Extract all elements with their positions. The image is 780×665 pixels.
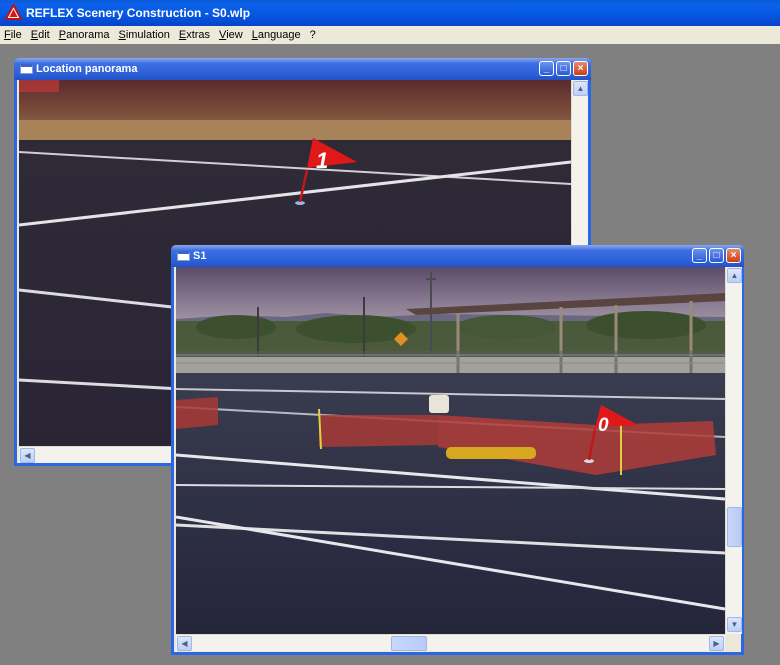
- scenery-image: 0: [176, 267, 725, 634]
- resize-grip-icon[interactable]: [725, 634, 740, 649]
- s1-vertical-scrollbar[interactable]: ▲ ▼: [725, 267, 742, 634]
- scroll-left-arrow-icon[interactable]: ◀: [20, 448, 35, 463]
- location-panorama-titlebar[interactable]: Location panorama _ □ ×: [14, 58, 591, 80]
- maximize-button[interactable]: □: [556, 61, 571, 76]
- scroll-left-arrow-icon[interactable]: ◀: [177, 636, 192, 651]
- flag-label-1: 1: [316, 148, 328, 173]
- horizontal-scroll-thumb[interactable]: [391, 636, 427, 651]
- minimize-button[interactable]: _: [539, 61, 554, 76]
- minimize-button[interactable]: _: [692, 248, 707, 263]
- menu-panorama[interactable]: Panorama: [59, 29, 110, 41]
- window-icon: [177, 251, 190, 261]
- scroll-up-arrow-icon[interactable]: ▲: [727, 268, 742, 283]
- menu-view[interactable]: View: [219, 29, 243, 41]
- vertical-scroll-thumb[interactable]: [727, 507, 742, 547]
- menu-bar: File Edit Panorama Simulation Extras Vie…: [0, 26, 780, 44]
- s1-view[interactable]: 0: [176, 267, 725, 634]
- maximize-button[interactable]: □: [709, 248, 724, 263]
- window-icon: [20, 64, 33, 74]
- menu-language[interactable]: Language: [252, 29, 301, 41]
- location-panorama-title: Location panorama: [36, 63, 138, 75]
- scroll-up-arrow-icon[interactable]: ▲: [573, 81, 588, 96]
- menu-help[interactable]: ?: [310, 29, 316, 41]
- app-title-bar[interactable]: REFLEX Scenery Construction - S0.wlp: [0, 0, 780, 26]
- s1-titlebar[interactable]: S1 _ □ ×: [171, 245, 744, 267]
- flag-label-0: 0: [598, 415, 609, 436]
- scroll-right-arrow-icon[interactable]: ▶: [709, 636, 724, 651]
- reflex-logo-icon: [5, 4, 22, 20]
- scroll-down-arrow-icon[interactable]: ▼: [727, 617, 742, 632]
- close-button[interactable]: ×: [573, 61, 588, 76]
- menu-simulation[interactable]: Simulation: [118, 29, 169, 41]
- menu-file[interactable]: File: [4, 29, 22, 41]
- menu-edit[interactable]: Edit: [31, 29, 50, 41]
- menu-extras[interactable]: Extras: [179, 29, 210, 41]
- s1-horizontal-scrollbar[interactable]: ◀ ▶: [176, 634, 725, 651]
- app-title: REFLEX Scenery Construction - S0.wlp: [26, 6, 251, 20]
- close-button[interactable]: ×: [726, 248, 741, 263]
- s1-title: S1: [193, 250, 207, 262]
- s1-window[interactable]: S1 _ □ × 0 ▲ ▼ ◀ ▶: [171, 245, 744, 655]
